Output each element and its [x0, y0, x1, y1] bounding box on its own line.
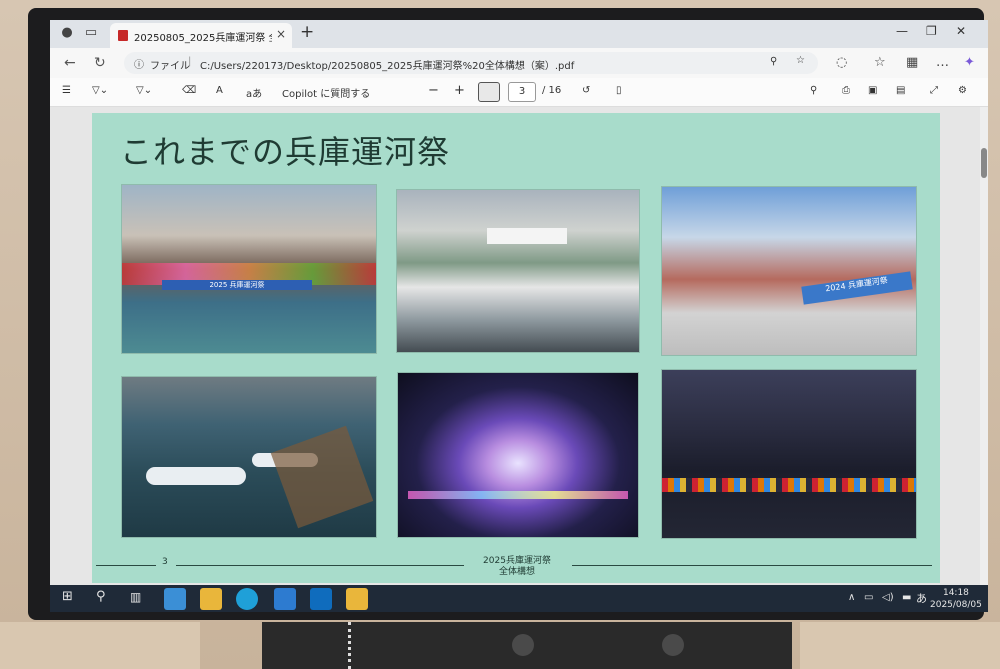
rotate-icon[interactable]: ↺ — [582, 85, 590, 96]
search-icon[interactable]: ⚲ — [810, 85, 817, 96]
minimize-button[interactable]: — — [896, 24, 908, 38]
photo-stage-dance-on-water: 2025 兵庫運河祭 — [122, 185, 376, 353]
app-icon-chart[interactable] — [164, 588, 186, 610]
read-aloud-icon[interactable]: A — [216, 85, 223, 96]
refresh-icon[interactable]: ↻ — [94, 55, 106, 71]
site-label: ファイル — [150, 61, 190, 72]
app-icon-tool[interactable] — [274, 588, 296, 610]
network-icon[interactable]: ▭ — [864, 592, 873, 603]
save-as-icon[interactable]: ▤ — [896, 85, 905, 96]
outlook-icon[interactable] — [310, 588, 332, 610]
close-window-button[interactable]: ✕ — [956, 24, 966, 38]
address-bar[interactable]: ⓘ ファイル | C:/Users/220173/Desktop/2025080… — [124, 52, 818, 74]
info-icon[interactable]: ⓘ — [134, 56, 144, 71]
print-icon[interactable]: ⎙ — [842, 85, 850, 96]
slide-page: これまでの兵庫運河祭 2025 兵庫運河祭 2024 兵庫運河祭 3 2025兵… — [92, 113, 940, 583]
photo-lanterns-night — [662, 370, 916, 538]
profile-icon[interactable]: ● — [58, 24, 76, 42]
chevron-up-icon[interactable]: ∧ — [848, 592, 855, 603]
footer-line-2: 全体構想 — [498, 567, 535, 577]
folder-icon[interactable] — [346, 588, 368, 610]
page-total: / 16 — [542, 85, 562, 96]
footer-rule — [572, 565, 932, 566]
favorites-icon[interactable]: ☆ — [874, 55, 886, 70]
save-icon[interactable]: ▣ — [868, 85, 877, 96]
highlight-icon[interactable]: ▽⌄ — [92, 85, 108, 96]
zoom-in-button[interactable]: + — [454, 83, 465, 98]
tab-close-button[interactable]: × — [276, 27, 286, 41]
photo-dance-plaza: 2024 兵庫運河祭 — [662, 187, 916, 355]
page-view-icon[interactable]: ▯ — [616, 85, 622, 96]
copilot-ask-button[interactable]: Copilot に質問する — [282, 85, 370, 100]
battery-icon[interactable]: ▬ — [902, 592, 911, 603]
text-option-button[interactable]: aあ — [246, 85, 262, 100]
footer-rule — [176, 565, 464, 566]
tab-strip: ● ▭ 20250805_2025兵庫運河祭 全体構 × + — ❐ ✕ — [50, 20, 988, 48]
file-explorer-icon[interactable] — [200, 588, 222, 610]
zoom-icon[interactable]: ⚲ — [770, 56, 777, 67]
monitor-stand — [262, 622, 792, 669]
pdf-file-icon — [118, 30, 128, 41]
slide-title: これまでの兵庫運河祭 — [120, 133, 451, 171]
footer-rule — [96, 565, 156, 566]
url-text[interactable]: C:/Users/220173/Desktop/20250805_2025兵庫運… — [200, 57, 574, 72]
tab-title: 20250805_2025兵庫運河祭 全体構 — [134, 33, 272, 44]
page-number-input[interactable]: 3 — [508, 82, 536, 102]
clock-time: 14:18 — [942, 588, 969, 598]
clock[interactable]: 14:18 2025/08/05 — [930, 587, 982, 611]
maximize-button[interactable]: ❐ — [926, 24, 937, 38]
slide-footer: 2025兵庫運河祭 全体構想 — [472, 556, 562, 578]
pdf-document-area: これまでの兵庫運河祭 2025 兵庫運河祭 2024 兵庫運河祭 3 2025兵… — [50, 107, 988, 585]
new-tab-button[interactable]: + — [300, 22, 314, 42]
start-icon[interactable]: ⊞ — [62, 589, 73, 604]
vertical-scrollbar[interactable] — [980, 107, 988, 585]
photo-stage-performance — [397, 190, 639, 352]
divider: | — [188, 56, 192, 67]
search-icon[interactable]: ⚲ — [96, 589, 106, 604]
favorite-star-icon[interactable]: ☆ — [796, 55, 805, 66]
pdf-settings-icon[interactable]: ⚙ — [958, 85, 967, 96]
tab-pdf[interactable]: 20250805_2025兵庫運河祭 全体構 × — [110, 23, 292, 48]
back-arrow-icon[interactable]: ← — [64, 55, 76, 71]
slide-page-number: 3 — [162, 557, 168, 567]
photo-banner: 2025 兵庫運河祭 — [162, 280, 312, 290]
stand-hole — [512, 634, 534, 656]
erase-icon[interactable]: ⌫ — [182, 85, 196, 96]
wall-panel-right — [800, 622, 1000, 669]
tab-actions-icon[interactable]: ▭ — [82, 24, 100, 42]
photo-raft-race — [122, 377, 376, 537]
fit-page-button[interactable] — [478, 82, 500, 102]
zoom-out-button[interactable]: − — [428, 83, 439, 98]
task-view-icon[interactable]: ▥ — [130, 590, 141, 604]
volume-icon[interactable]: ◁) — [882, 592, 894, 603]
copilot-icon[interactable]: ✦ — [964, 55, 975, 70]
windows-taskbar: ⊞ ⚲ ▥ ∧ ▭ ◁) ▬ あ 14:18 2025/08/05 — [50, 585, 988, 612]
pdf-toolbar: ☰ ▽⌄ ▽⌄ ⌫ A aあ Copilot に質問する − + 3 / 16 … — [50, 78, 988, 107]
edge-browser-icon[interactable] — [236, 588, 258, 610]
contents-icon[interactable]: ☰ — [62, 85, 71, 96]
cable — [348, 622, 367, 669]
footer-line-1: 2025兵庫運河祭 — [483, 556, 551, 566]
collections-icon[interactable]: ▦ — [906, 55, 918, 70]
photo-fountain-light-show — [398, 373, 638, 537]
settings-more-icon[interactable]: … — [936, 55, 949, 70]
scrollbar-thumb[interactable] — [981, 148, 987, 178]
extensions-icon[interactable]: ◌ — [836, 55, 847, 70]
fullscreen-icon[interactable]: ⤢ — [930, 85, 938, 96]
stand-hole — [662, 634, 684, 656]
draw-icon[interactable]: ▽⌄ — [136, 85, 152, 96]
photo-banner: 2024 兵庫運河祭 — [801, 271, 913, 305]
wall-panel-left — [0, 622, 200, 669]
clock-date: 2025/08/05 — [930, 600, 982, 610]
ime-indicator[interactable]: あ — [916, 590, 927, 606]
address-bar-row: ← ↻ ⓘ ファイル | C:/Users/220173/Desktop/202… — [50, 48, 988, 78]
monitor-screen: ● ▭ 20250805_2025兵庫運河祭 全体構 × + — ❐ ✕ ← ↻… — [50, 20, 988, 612]
